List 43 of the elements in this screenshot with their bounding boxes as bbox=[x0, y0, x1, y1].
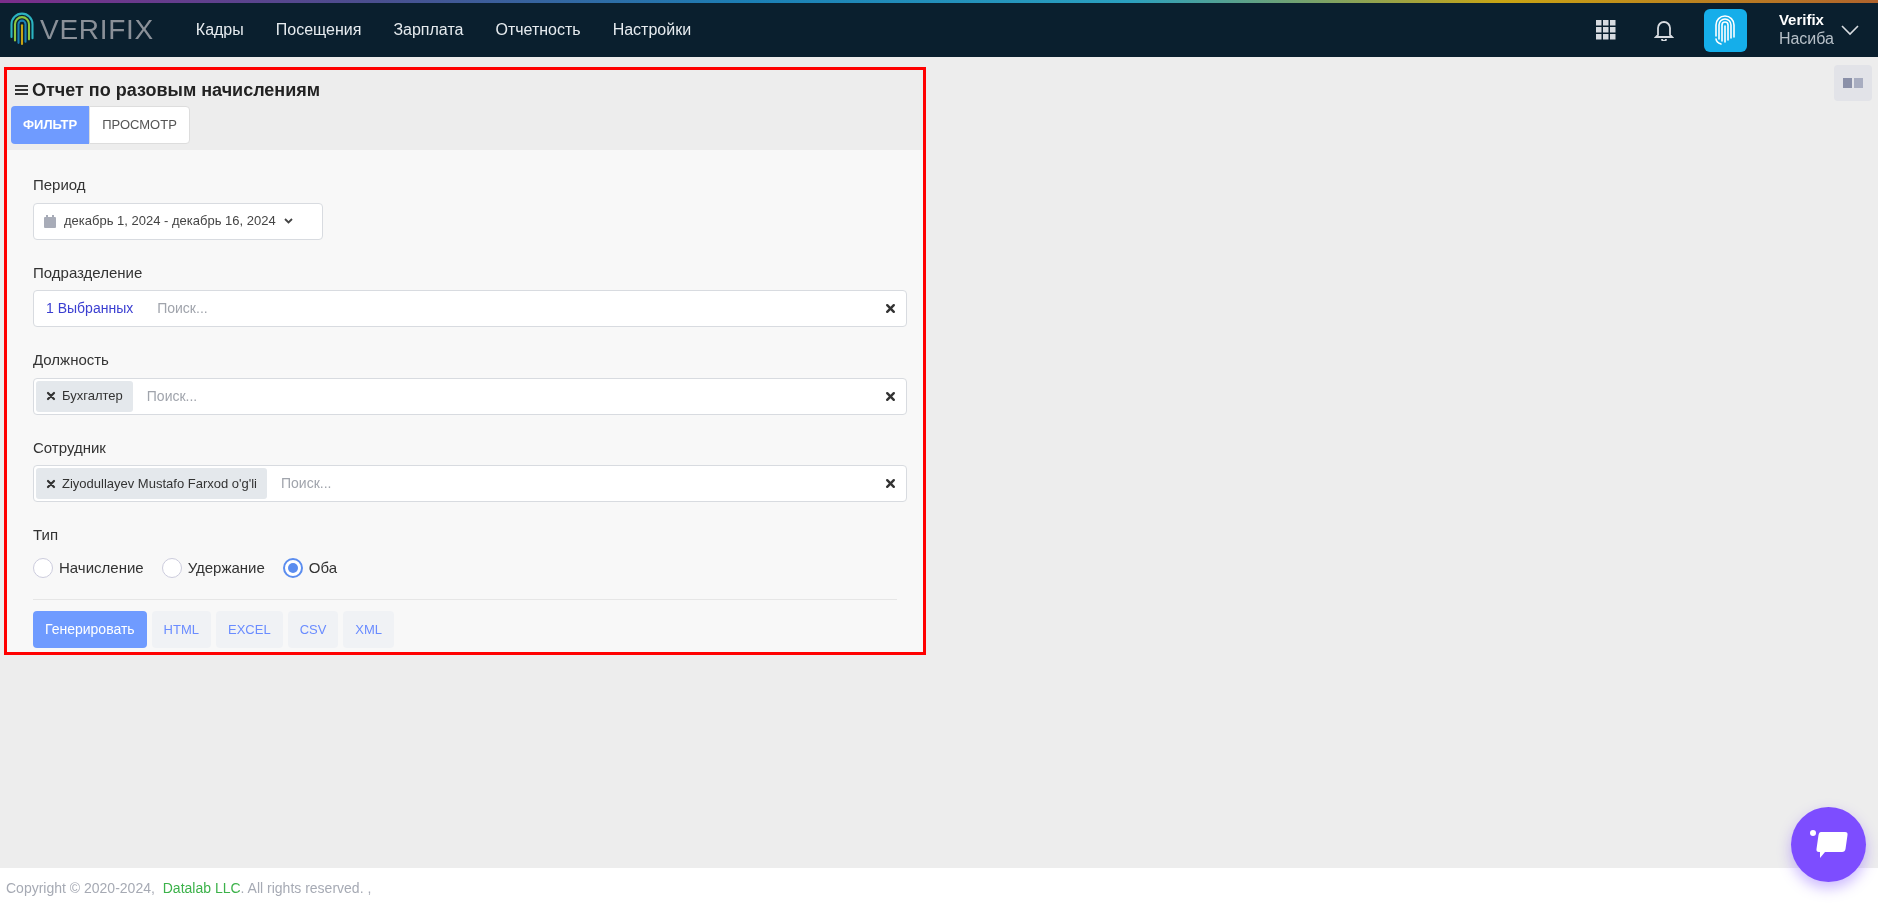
radio-option[interactable]: Удержание bbox=[161, 556, 265, 579]
selected-chip: Бухгалтер bbox=[36, 380, 133, 412]
chevron-down-icon bbox=[283, 218, 293, 224]
nav-menu-item[interactable]: Настройки bbox=[610, 18, 694, 42]
multi-select-field[interactable]: 1 Выбранных Поиск... bbox=[33, 290, 907, 327]
multi-select-field[interactable]: Бухгалтер Поиск... bbox=[33, 377, 907, 415]
fingerprint-icon bbox=[1713, 14, 1738, 46]
apps-grid-icon[interactable] bbox=[1595, 20, 1616, 40]
field-label: Должность bbox=[33, 350, 110, 370]
menu-icon[interactable] bbox=[15, 84, 28, 96]
close-icon[interactable] bbox=[885, 303, 896, 314]
nav-menu-item[interactable]: Кадры bbox=[193, 18, 246, 42]
search-input[interactable]: Поиск... bbox=[146, 385, 885, 407]
bell-icon[interactable] bbox=[1653, 19, 1674, 41]
search-input[interactable]: Поиск... bbox=[157, 298, 885, 319]
radio-option[interactable]: Оба bbox=[282, 556, 338, 579]
copyright-text: Copyright © 2020-2024, Datalab LLC. All rights reserved. , bbox=[6, 878, 372, 898]
field-label: Тип bbox=[33, 525, 59, 545]
avatar-badge[interactable] bbox=[1703, 8, 1747, 52]
chat-button[interactable] bbox=[1791, 807, 1866, 882]
nav-menu-item[interactable]: Отчетность bbox=[493, 18, 583, 42]
brand-logo-text: VERIFIX bbox=[40, 13, 154, 47]
nav-menu-item[interactable]: Зарплата bbox=[391, 18, 466, 42]
field-label: Сотрудник bbox=[33, 437, 107, 458]
user-name: Насиба bbox=[1778, 29, 1834, 50]
search-input[interactable]: Поиск... bbox=[281, 473, 885, 494]
field-label: Подразделение bbox=[33, 262, 144, 283]
calendar-icon bbox=[44, 214, 56, 228]
radio-option[interactable]: Начисление bbox=[33, 556, 144, 579]
close-icon[interactable] bbox=[46, 478, 56, 489]
close-icon[interactable] bbox=[46, 391, 56, 401]
close-icon[interactable] bbox=[885, 390, 896, 402]
chevron-down-icon[interactable] bbox=[1840, 24, 1860, 36]
selected-count[interactable]: 1 Выбранных bbox=[36, 298, 144, 319]
selected-chip: Ziyodullayev Mustafo Farxod o'g'li bbox=[36, 468, 267, 499]
field-label: Период bbox=[33, 175, 87, 195]
report-title: Отчет по разовым начислениям bbox=[32, 78, 321, 102]
close-icon[interactable] bbox=[885, 478, 896, 489]
date-range-dropdown[interactable]: декабрь 1, 2024 - декабрь 16, 2024 bbox=[33, 202, 323, 240]
nav-menu-item[interactable]: Посещения bbox=[273, 18, 364, 42]
filter-tab[interactable]: ПРОСМОТР bbox=[89, 106, 190, 144]
company-name: Verifix bbox=[1778, 10, 1825, 30]
multi-select-field[interactable]: Ziyodullayev Mustafo Farxod o'g'li Поиск... bbox=[33, 465, 907, 502]
